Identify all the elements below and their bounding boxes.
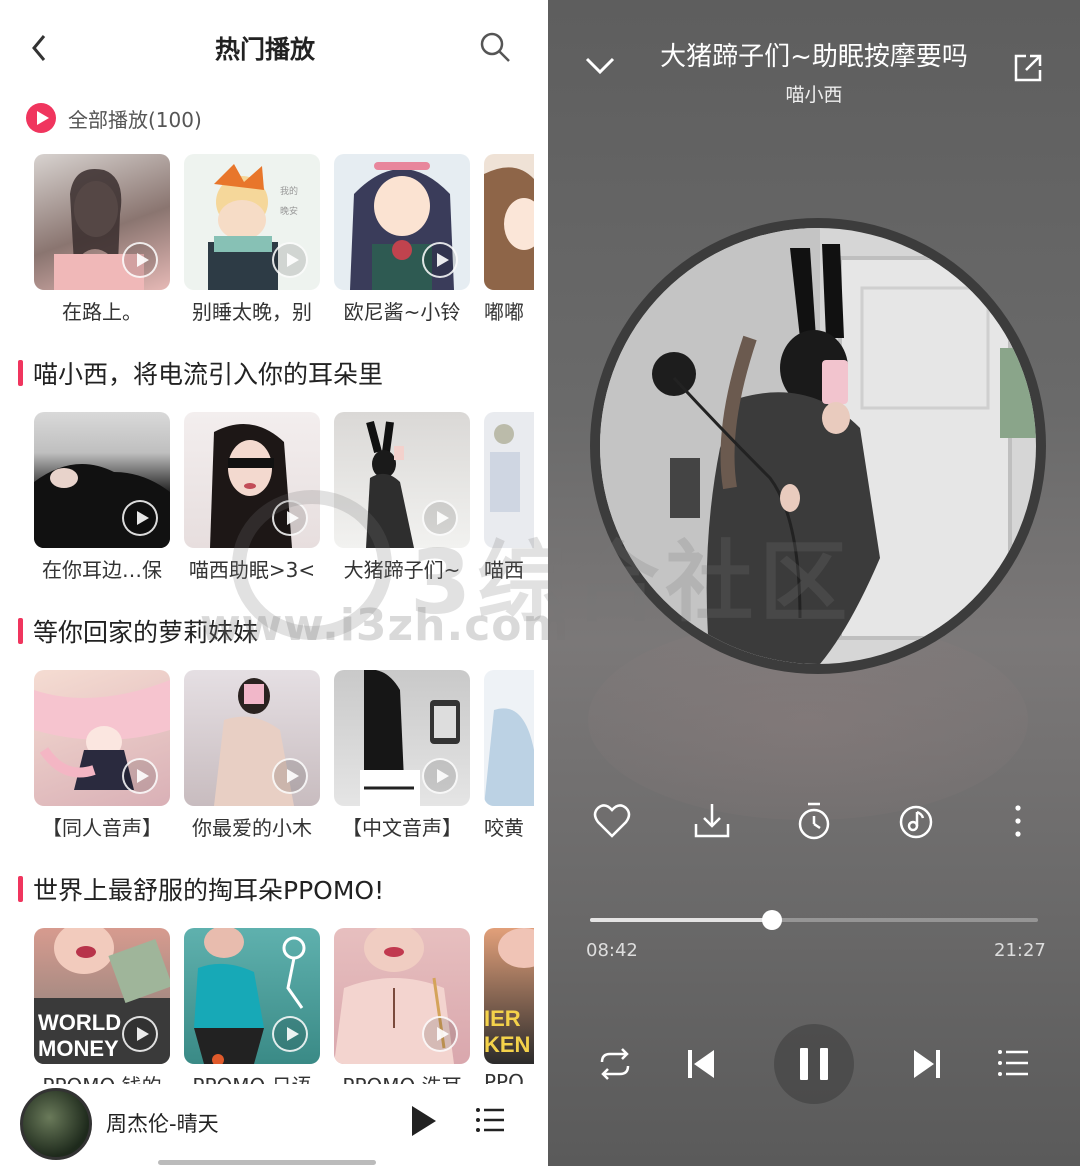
album-title: 【中文音声】 [342, 816, 462, 840]
mini-player-title: 周杰伦-晴天 [106, 1112, 219, 1136]
pause-icon-bar [820, 1048, 828, 1080]
pause-button[interactable] [774, 1024, 854, 1104]
play-all-label: 全部播放(100) [68, 107, 202, 132]
album-card[interactable]: 在你耳边…保 [34, 412, 170, 583]
play-icon [122, 242, 158, 278]
svg-text:晚安: 晚安 [280, 205, 298, 217]
pause-icon [800, 1048, 808, 1080]
album-title: 你最爱的小木 [192, 816, 312, 840]
repeat-icon[interactable] [596, 1046, 634, 1082]
album-thumbnail [184, 670, 320, 806]
playlist-icon[interactable] [474, 1104, 506, 1136]
playlist-icon[interactable] [996, 1046, 1030, 1080]
album-card[interactable]: WORLDMONEY PPOMO 钱的 [34, 928, 170, 1099]
section-accent-bar [18, 618, 23, 644]
play-icon [272, 758, 308, 794]
album-thumbnail [334, 928, 470, 1064]
album-thumbnail [484, 670, 534, 806]
svg-text:IER: IER [484, 1006, 521, 1031]
album-card[interactable]: 你最爱的小木 [184, 670, 320, 841]
page-title: 热门播放 [214, 35, 315, 64]
play-circle-icon [26, 103, 56, 133]
section-header: 喵小西，将电流引入你的耳朵里 [18, 356, 383, 390]
home-indicator [158, 1160, 376, 1165]
mini-player[interactable]: 周杰伦-晴天 [0, 1084, 548, 1166]
svg-text:我的: 我的 [280, 185, 298, 197]
album-card[interactable]: 咬黄 [484, 670, 534, 841]
progress-knob[interactable] [761, 910, 782, 930]
mini-player-cover[interactable] [20, 1088, 92, 1160]
download-icon[interactable] [692, 796, 732, 846]
play-icon [272, 242, 308, 278]
album-thumbnail: 我的 晚安 [184, 154, 320, 290]
current-time: 08:42 [586, 940, 638, 961]
svg-text:KEN: KEN [484, 1032, 530, 1057]
play-icon [422, 758, 458, 794]
album-row: 【同人音声】 你最爱的小木 【中文音声】 咬黄 [34, 670, 534, 850]
header: 热门播放 [0, 0, 548, 96]
album-title: 在你耳边…保 [42, 558, 162, 582]
album-title: 在路上。 [62, 300, 142, 324]
action-bar [548, 796, 1080, 846]
svg-text:MONEY: MONEY [38, 1036, 119, 1061]
timer-icon[interactable] [794, 796, 834, 846]
album-card[interactable]: IER KEN PPO [484, 928, 534, 1094]
search-icon[interactable] [478, 30, 512, 64]
album-thumbnail [334, 670, 470, 806]
album-card[interactable]: 【中文音声】 [334, 670, 470, 841]
total-time: 21:27 [994, 940, 1046, 961]
sound-effect-icon[interactable] [896, 796, 936, 846]
play-icon [422, 1016, 458, 1052]
album-thumbnail [34, 412, 170, 548]
album-thumbnail [484, 154, 534, 290]
more-icon[interactable] [998, 796, 1038, 846]
album-thumbnail [184, 928, 320, 1064]
album-card[interactable]: 在路上。 [34, 154, 170, 325]
share-icon[interactable] [1012, 52, 1044, 84]
album-thumbnail [334, 154, 470, 290]
section-title: 喵小西，将电流引入你的耳朵里 [33, 360, 384, 389]
progress-fill [590, 918, 772, 922]
album-title: 嘟嘟 [484, 300, 524, 324]
section-accent-bar [18, 360, 23, 386]
album-card[interactable]: 嘟嘟 [484, 154, 534, 325]
progress-bar[interactable] [590, 910, 1038, 930]
previous-icon[interactable] [686, 1046, 716, 1082]
play-icon[interactable] [408, 1104, 438, 1138]
album-title: 咬黄 [484, 816, 524, 840]
play-icon [272, 1016, 308, 1052]
heart-icon[interactable] [592, 796, 632, 846]
album-card[interactable]: PPOMO 日语 [184, 928, 320, 1099]
song-title: 大猪蹄子们~助眠按摩要吗 [660, 42, 968, 72]
album-thumbnail [34, 154, 170, 290]
play-all-button[interactable]: 全部播放(100) [26, 102, 202, 134]
section-header: 世界上最舒服的掏耳朵PPOMO! [18, 872, 384, 906]
play-icon [122, 500, 158, 536]
play-icon [122, 758, 158, 794]
section-title: 世界上最舒服的掏耳朵PPOMO! [33, 876, 385, 905]
artist-name[interactable]: 喵小西 [548, 80, 1080, 107]
album-thumbnail [34, 670, 170, 806]
section-accent-bar [18, 876, 23, 902]
album-title: 【同人音声】 [42, 816, 162, 840]
album-row: WORLDMONEY PPOMO 钱的 PPOMO 日语 PPOMO 洗耳 IE… [34, 928, 534, 1108]
album-thumbnail: WORLD MONEY [34, 928, 170, 1064]
next-icon[interactable] [912, 1046, 942, 1082]
watermark-text: www.i3zh.com [200, 600, 570, 651]
play-icon [422, 242, 458, 278]
top-album-row: 在路上。 我的晚安 别睡太晚，别 欧尼酱~小铃 嘟嘟 [34, 154, 534, 334]
album-card[interactable]: PPOMO 洗耳 [334, 928, 470, 1099]
play-icon [122, 1016, 158, 1052]
album-title: 别睡太晚，别 [192, 300, 312, 324]
svg-text:WORLD: WORLD [38, 1010, 121, 1035]
album-card[interactable]: 欧尼酱~小铃 [334, 154, 470, 325]
album-card[interactable]: 【同人音声】 [34, 670, 170, 841]
album-thumbnail: IER KEN [484, 928, 534, 1064]
album-title: 欧尼酱~小铃 [343, 300, 461, 324]
playback-controls [548, 1024, 1080, 1104]
album-card[interactable]: 我的晚安 别睡太晚，别 [184, 154, 320, 325]
